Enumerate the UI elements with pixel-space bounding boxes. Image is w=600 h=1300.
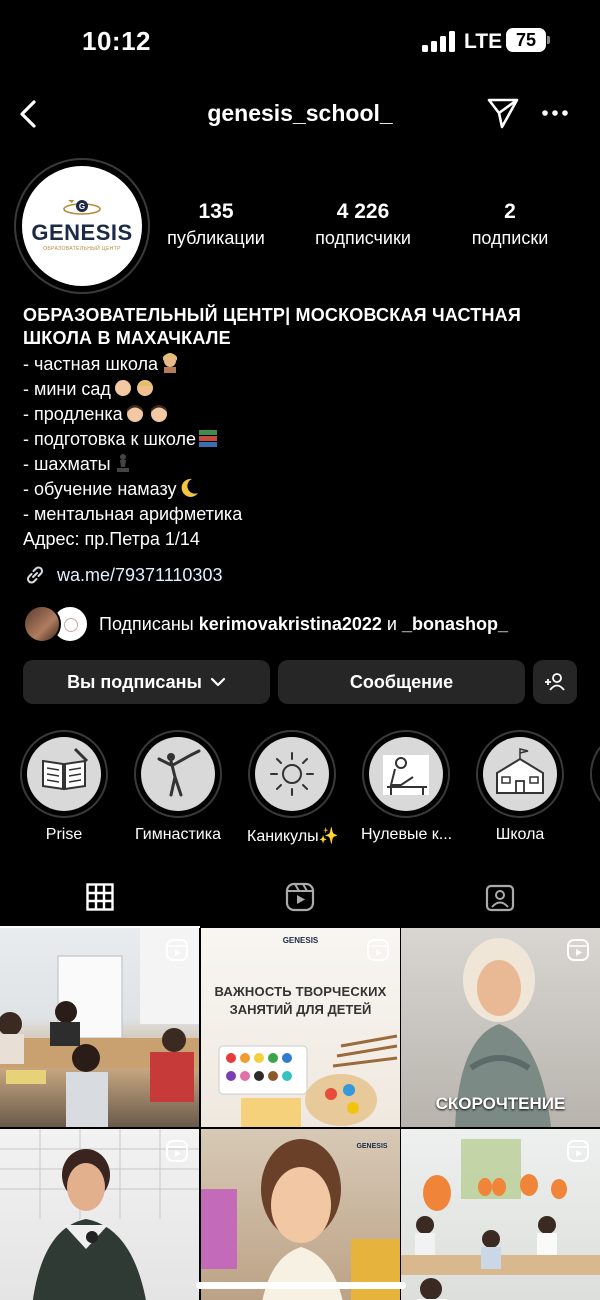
tab-reels[interactable] xyxy=(200,866,400,928)
crescent-moon-icon xyxy=(181,478,198,497)
bio-line: - частная школа xyxy=(23,352,583,377)
bio-line: - шахматы xyxy=(23,452,583,477)
post-thumbnail[interactable] xyxy=(401,1129,600,1300)
reel-indicator-icon xyxy=(166,939,188,961)
highlight-zero-class[interactable]: Нулевые к... xyxy=(361,730,453,844)
highlight-label: Нулевые к... xyxy=(361,826,453,843)
bio-line: - обучение намазу xyxy=(23,477,583,502)
avatar-logo-subtitle: ОБРАЗОВАТЕЛЬНЫЙ ЦЕНТР xyxy=(43,246,121,252)
post-thumbnail[interactable]: СКОРОЧТЕНИЕ xyxy=(401,928,600,1127)
following-button[interactable]: Вы подписаны xyxy=(23,660,270,704)
stat-following[interactable]: 2 подписки xyxy=(460,200,560,249)
stat-followers-count: 4 226 xyxy=(336,200,390,223)
profile-bio: ОБРАЗОВАТЕЛЬНЫЙ ЦЕНТР| МОСКОВСКАЯ ЧАСТНА… xyxy=(23,304,583,552)
message-button[interactable]: Сообщение xyxy=(278,660,525,704)
bio-address: Адрес: пр.Петра 1/14 xyxy=(23,529,200,549)
reels-icon xyxy=(285,882,315,912)
stat-following-label: подписки xyxy=(471,228,549,248)
highlight-label: Гимнастика xyxy=(135,826,221,843)
baby-emoji-icon xyxy=(114,380,153,396)
genesis-logo-icon: G xyxy=(63,200,101,215)
stat-followers[interactable]: 4 226 подписчики xyxy=(304,200,422,249)
network-type: LTE xyxy=(464,30,503,53)
highlight-school[interactable]: Школа xyxy=(475,730,565,844)
sun-icon xyxy=(270,752,314,796)
more-options-icon[interactable] xyxy=(540,98,570,128)
post-thumbnail[interactable] xyxy=(0,1129,199,1300)
bio-line: - ментальная арифметика xyxy=(23,504,243,524)
post-brand: GENESIS xyxy=(356,1143,388,1150)
book-icon xyxy=(42,747,89,791)
stat-followers-label: подписчики xyxy=(315,228,411,248)
top-nav: genesis_school_ xyxy=(0,86,600,142)
stat-following-count: 2 xyxy=(504,200,516,223)
home-indicator xyxy=(196,1282,406,1289)
highlight-label: Prise xyxy=(45,826,83,843)
reel-indicator-icon xyxy=(567,939,589,961)
books-emoji-icon xyxy=(199,430,218,447)
status-time: 10:12 xyxy=(82,26,151,56)
followed-by-text: Подписаны kerimovakristina2022 и _bonash… xyxy=(99,613,508,634)
stat-posts[interactable]: 135 публикации xyxy=(158,200,274,249)
post-thumbnail[interactable]: GENESIS xyxy=(201,1129,400,1300)
profile-tabs xyxy=(0,866,600,928)
stat-posts-count: 135 xyxy=(198,200,234,223)
highlight-label: Школа xyxy=(495,826,545,843)
chevron-down-icon xyxy=(210,677,226,687)
bio-link[interactable]: wa.me/79371110303 xyxy=(23,562,222,588)
send-message-icon[interactable] xyxy=(486,96,520,130)
highlight-prise[interactable]: Prise xyxy=(19,730,109,844)
chess-pawn-icon xyxy=(116,454,129,472)
post-image xyxy=(201,1139,400,1300)
post-thumbnail[interactable]: GENESIS ВАЖНОСТЬ ТВОРЧЕСКИХ ЗАНЯТИЙ ДЛЯ … xyxy=(201,928,400,1127)
battery-icon: 75 xyxy=(506,28,546,52)
add-person-icon xyxy=(545,673,565,691)
reel-indicator-icon xyxy=(166,1140,188,1162)
following-button-label: Вы подписаны xyxy=(67,671,202,692)
profile-avatar[interactable]: G GENESIS ОБРАЗОВАТЕЛЬНЫЙ ЦЕНТР xyxy=(22,166,142,286)
message-button-label: Сообщение xyxy=(349,671,454,692)
teacher-emoji-icon xyxy=(162,353,177,373)
tab-tagged[interactable] xyxy=(400,866,600,928)
tab-posts-grid[interactable] xyxy=(0,866,200,928)
boys-emoji-icon xyxy=(126,405,167,422)
bio-name-line2: ШКОЛА В МАХАЧКАЛЕ xyxy=(23,328,231,348)
bio-line: - продленка xyxy=(23,402,583,427)
bio-name-line1: ОБРАЗОВАТЕЛЬНЫЙ ЦЕНТР| МОСКОВСКАЯ ЧАСТНА… xyxy=(23,305,522,325)
bio-link-text[interactable]: wa.me/79371110303 xyxy=(57,565,222,586)
svg-text:G: G xyxy=(79,202,85,211)
avatar-logo-text: GENESIS xyxy=(31,220,133,245)
reel-indicator-icon xyxy=(567,1140,589,1162)
post-thumbnail[interactable] xyxy=(0,928,199,1127)
follower-avatar xyxy=(23,605,61,643)
gymnast-icon xyxy=(157,749,201,797)
grid-icon xyxy=(86,883,114,911)
posts-grid: GENESIS ВАЖНОСТЬ ТВОРЧЕСКИХ ЗАНЯТИЙ ДЛЯ … xyxy=(0,928,600,1300)
suggested-users-button[interactable] xyxy=(533,660,577,704)
student-desk-icon xyxy=(383,755,429,795)
bio-line: - подготовка к школе xyxy=(23,427,583,452)
post-caption: СКОРОЧТЕНИЕ xyxy=(435,1094,566,1113)
highlight-more[interactable] xyxy=(589,730,600,818)
bio-line: - мини сад xyxy=(23,377,583,402)
link-icon xyxy=(26,566,44,584)
status-bar: 10:12 LTE 75 xyxy=(0,0,600,84)
followed-by[interactable]: Подписаны kerimovakristina2022 и _bonash… xyxy=(23,604,593,644)
battery-tip xyxy=(547,36,550,44)
tagged-person-icon xyxy=(485,884,515,912)
reel-indicator-icon xyxy=(367,939,389,961)
highlight-label: Каникулы✨ xyxy=(247,828,339,845)
school-building-icon xyxy=(496,748,544,794)
highlight-gymnastics[interactable]: Гимнастика xyxy=(133,730,223,844)
stat-posts-label: публикации xyxy=(167,228,265,248)
signal-icon xyxy=(422,30,456,52)
highlight-holidays[interactable]: Каникулы✨ xyxy=(247,730,339,846)
